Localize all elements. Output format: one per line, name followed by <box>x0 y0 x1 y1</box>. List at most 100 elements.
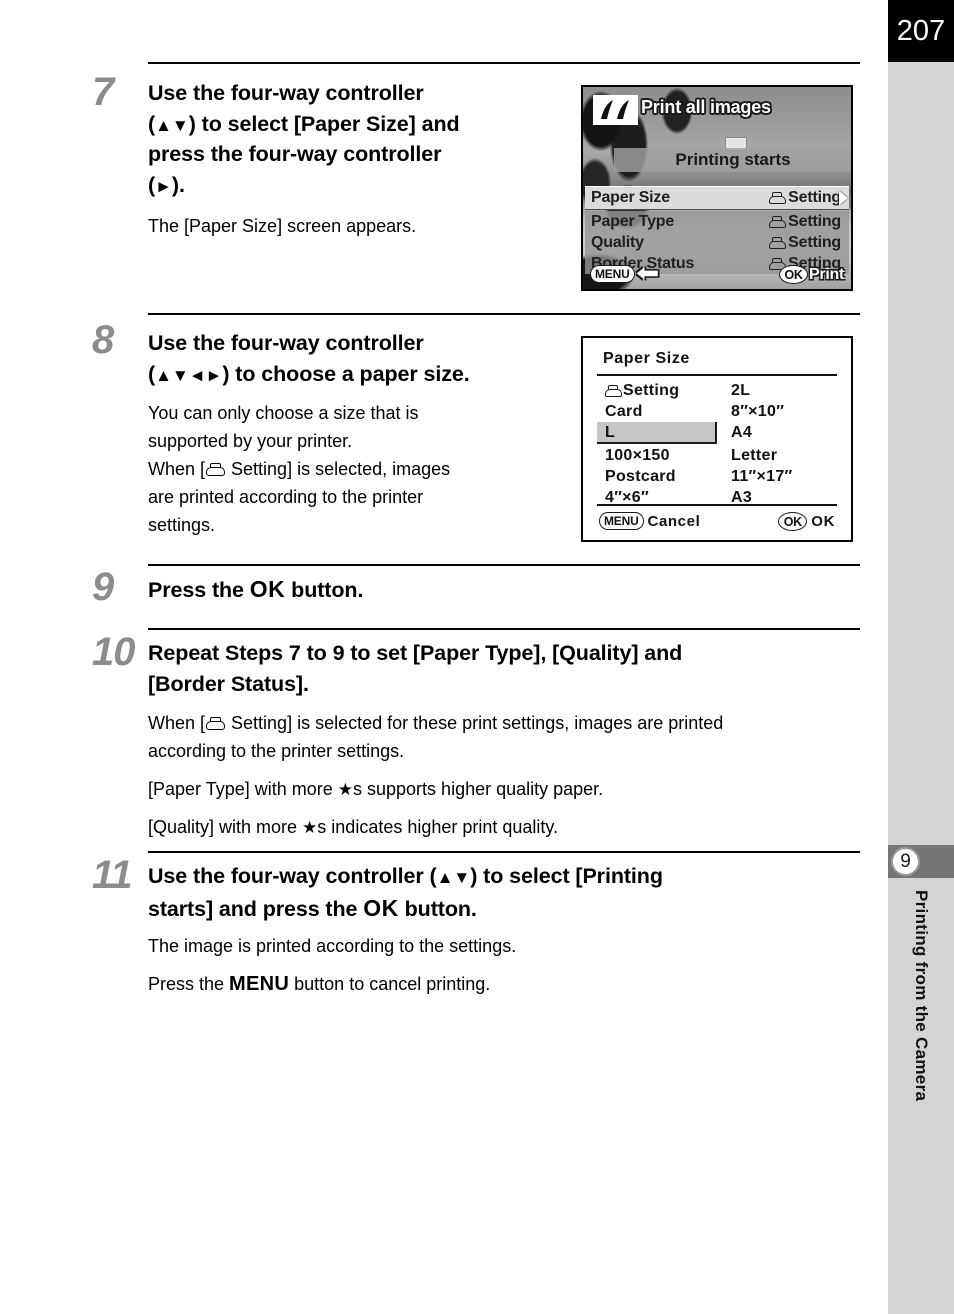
step-10-heading-line-1: Repeat Steps 7 to 9 to set [Paper Type],… <box>148 641 683 665</box>
menu-button-glyph: MENU <box>229 972 290 995</box>
step-7-body-line-1: The [Paper Size] screen appears. <box>148 216 417 236</box>
step-8-body-line-5: settings. <box>148 514 216 535</box>
printer-icon <box>769 215 787 228</box>
step-7-heading-line-2-tail: ) to select [Paper Size] and <box>188 111 460 136</box>
lcd-menu-item-printing-starts[interactable]: Printing starts <box>614 148 851 172</box>
step-10-number: 10 <box>92 630 135 674</box>
step-8-heading-line-1: Use the four-way controller <box>148 331 424 355</box>
step-10-body-line-1-tail: Setting] is selected for these print set… <box>226 713 724 733</box>
lcd2-ok-button-group[interactable]: OK OK <box>778 512 835 531</box>
right-arrow-icon: ► <box>155 176 172 196</box>
step-7-divider <box>148 62 860 64</box>
menu-button-badge[interactable]: MENU <box>590 264 635 283</box>
step-9-heading: Press the OK button. <box>148 573 648 606</box>
lcd2-ok-action-label: OK <box>811 513 835 530</box>
lcd-row-label-quality: Quality <box>591 233 644 251</box>
lcd-menu-row-paper-size[interactable]: Paper Size Setting <box>585 186 849 210</box>
lcd-menu-row-paper-type[interactable]: Paper Type Setting <box>585 211 849 232</box>
lcd-menu-button-group[interactable]: MENU ⬅ <box>590 262 659 285</box>
lcd2-item-a4[interactable]: A4 <box>731 422 752 443</box>
step-10-body-line-2: according to the printer settings. <box>148 740 405 761</box>
step-10-body-line-3: [Paper Type] with more ★s supports highe… <box>148 776 878 804</box>
step-11-body-line-2-head: Press the <box>148 973 230 994</box>
step-10-body-line-1: When [ Setting] is selected for these pr… <box>148 710 878 738</box>
lcd2-paper-size-list: Setting Card L 100×150 Postcard 4″×6″ 2L… <box>583 380 851 506</box>
step-10-body-line-3-tail: s supports higher quality paper. <box>353 778 604 799</box>
camera-lcd-paper-size: Paper Size Setting Card L 100×150 Postca… <box>581 336 853 542</box>
step-8-body-line-3: When [ Setting] is selected, images <box>148 456 548 484</box>
paren-open-2: ( <box>148 172 156 197</box>
step-10-heading: Repeat Steps 7 to 9 to set [Paper Type],… <box>148 638 868 699</box>
step-9-number: 9 <box>92 565 114 609</box>
lcd2-item-postcard[interactable]: Postcard <box>605 466 676 487</box>
lcd-row-value-text: Setting <box>788 233 841 251</box>
lcd2-item-letter[interactable]: Letter <box>731 445 777 466</box>
lcd-row-value-text: Setting <box>788 189 841 206</box>
step-9-heading-line-1: Press the OK button. <box>148 573 648 606</box>
ok-button-badge[interactable]: OK <box>779 265 809 284</box>
step-11-head-line1-tail: ) to select [Printing <box>470 864 663 888</box>
step-9-divider <box>148 564 860 566</box>
back-arrow-icon: ⬅ <box>636 262 659 285</box>
step-8-body-line-3-tail: Setting] is selected, images <box>226 458 451 479</box>
step-8-body-line-2: supported by your printer. <box>148 430 353 451</box>
step-10-body: When [ Setting] is selected for these pr… <box>148 710 878 842</box>
lcd2-item-printer-setting[interactable]: Setting <box>605 380 679 401</box>
step-7-heading: Use the four-way controller (▲▼) to sele… <box>148 78 548 200</box>
step-7-heading-line-2: (▲▼) to select [Paper Size] and <box>148 109 548 140</box>
step-7-heading-line-1: Use the four-way controller <box>148 81 424 105</box>
lcd-row-value-paper-type: Setting <box>769 213 841 231</box>
step-8-heading-line-2-tail: ) to choose a paper size. <box>222 361 470 386</box>
four-way-arrows-icon: ▲▼◄► <box>155 365 223 385</box>
step-11-body-line-2-tail: button to cancel printing. <box>289 973 491 994</box>
step-7-heading-line-4: (►). <box>148 170 548 201</box>
step-8-divider <box>148 313 860 315</box>
paren-open: ( <box>148 361 156 386</box>
updown-arrow-icon: ▲▼ <box>155 115 189 135</box>
printer-icon <box>206 462 226 476</box>
step-11-heading-line-2: starts] and press the OK button. <box>148 892 878 925</box>
lcd2-item-card[interactable]: Card <box>605 401 643 422</box>
lcd-bottom-bar: MENU ⬅ OK Print <box>583 261 851 289</box>
lcd-row-label-paper-size: Paper Size <box>591 189 670 206</box>
lcd2-item-2l[interactable]: 2L <box>731 380 750 401</box>
step-9-head-suffix: button. <box>285 578 364 602</box>
printer-icon <box>769 192 787 204</box>
step-10-body-line-1-head: When [ <box>148 713 206 733</box>
step-11-body-line-2: Press the MENU button to cancel printing… <box>148 969 878 1000</box>
step-10-body-line-4-tail: s indicates higher print quality. <box>317 816 559 837</box>
step-7-body: The [Paper Size] screen appears. <box>148 213 568 241</box>
step-8-body: You can only choose a size that is suppo… <box>148 400 548 539</box>
lcd2-item-11x17[interactable]: 11″×17″ <box>731 466 792 487</box>
ok-button-glyph: OK <box>249 576 286 602</box>
paren-open: ( <box>148 111 156 136</box>
step-8-heading: Use the four-way controller (▲▼◄►) to ch… <box>148 328 568 389</box>
lcd2-bottom-divider <box>597 504 837 506</box>
lcd-row-label-paper-type: Paper Type <box>591 212 675 230</box>
printer-icon <box>769 236 787 249</box>
camera-lcd-print-all-images: Print all images Printing starts Paper S… <box>581 85 853 291</box>
updown-arrow-icon: ▲▼ <box>436 868 471 887</box>
lcd2-menu-button-group[interactable]: MENU Cancel <box>599 512 700 530</box>
lcd2-title-divider <box>597 374 837 376</box>
printer-icon <box>206 717 226 730</box>
step-11-divider <box>148 851 860 853</box>
step-8-number: 8 <box>92 318 114 362</box>
print-all-images-icon <box>593 95 638 125</box>
step-11-body-line-1: The image is printed according to the se… <box>148 936 517 956</box>
lcd2-item-label: Setting <box>623 381 680 399</box>
ok-button-badge[interactable]: OK <box>778 512 808 531</box>
lcd-menu-row-quality[interactable]: Quality Setting <box>585 232 849 253</box>
page-number-block: 207 <box>888 0 954 62</box>
lcd-ok-button-group[interactable]: OK Print <box>779 265 844 284</box>
lcd2-item-100x150[interactable]: 100×150 <box>605 445 670 466</box>
lcd-ok-action-label: Print <box>809 265 844 283</box>
lcd-row-value-quality: Setting <box>769 234 841 252</box>
star-icon: ★ <box>302 817 318 837</box>
chapter-title-label: Printing from the Camera <box>912 890 931 1102</box>
ok-button-glyph: OK <box>363 894 399 921</box>
lcd2-item-8x10[interactable]: 8″×10″ <box>731 401 784 422</box>
menu-button-badge[interactable]: MENU <box>599 512 644 530</box>
step-7-number: 7 <box>92 70 114 114</box>
lcd2-item-l[interactable]: L <box>605 422 615 443</box>
